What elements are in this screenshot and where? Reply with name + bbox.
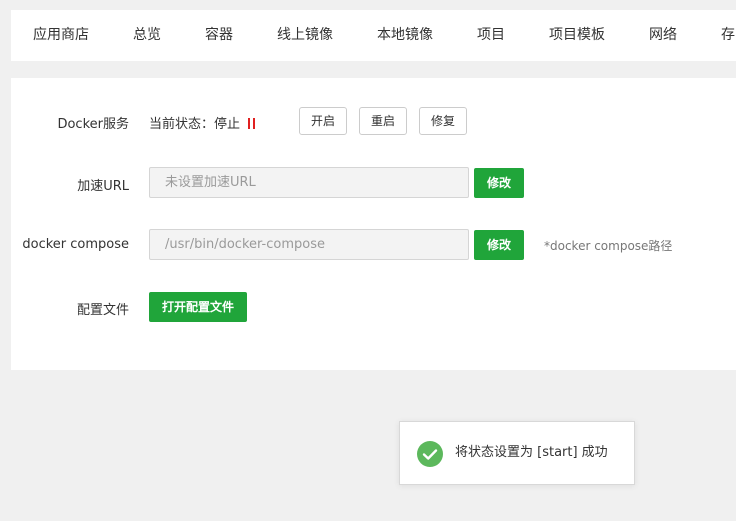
tab-network[interactable]: 网络 — [649, 10, 677, 61]
check-circle-icon — [417, 441, 443, 467]
tab-storage[interactable]: 存 — [721, 10, 735, 61]
service-status: 当前状态：停止 — [149, 113, 256, 132]
tab-projects[interactable]: 项目 — [477, 10, 505, 61]
success-toast: 将状态设置为 [start] 成功 — [399, 421, 635, 485]
toast-message: 将状态设置为 [start] 成功 — [455, 445, 608, 460]
tab-overview[interactable]: 总览 — [133, 10, 161, 61]
accel-url-label: 加速URL — [77, 179, 129, 194]
restart-button[interactable]: 重启 — [359, 107, 408, 135]
compose-edit-button[interactable]: 修改 — [474, 230, 525, 260]
compose-label: docker compose — [22, 237, 129, 252]
accel-url-input[interactable]: 未设置加速URL — [149, 167, 469, 198]
tab-app-store[interactable]: 应用商店 — [33, 10, 89, 61]
tab-containers[interactable]: 容器 — [205, 10, 233, 61]
tab-local-images[interactable]: 本地镜像 — [377, 10, 433, 61]
tab-online-images[interactable]: 线上镜像 — [277, 10, 333, 61]
docker-service-label: Docker服务 — [57, 117, 129, 132]
service-status-text: 当前状态：停止 — [149, 117, 241, 132]
pause-icon — [248, 118, 256, 129]
repair-button[interactable]: 修复 — [419, 107, 468, 135]
start-button[interactable]: 开启 — [299, 107, 348, 135]
config-file-label: 配置文件 — [76, 303, 129, 318]
settings-panel: Docker服务 当前状态：停止 开启 重启 修复 加速URL 未设置加速URL… — [11, 78, 736, 370]
tab-project-templates[interactable]: 项目模板 — [549, 10, 605, 61]
compose-hint: *docker compose路径 — [544, 239, 673, 253]
tab-bar: 应用商店 总览 容器 线上镜像 本地镜像 项目 项目模板 网络 存 — [11, 10, 736, 61]
open-config-button[interactable]: 打开配置文件 — [149, 292, 248, 322]
accel-url-edit-button[interactable]: 修改 — [474, 168, 525, 198]
compose-path-input[interactable]: /usr/bin/docker-compose — [149, 229, 469, 260]
